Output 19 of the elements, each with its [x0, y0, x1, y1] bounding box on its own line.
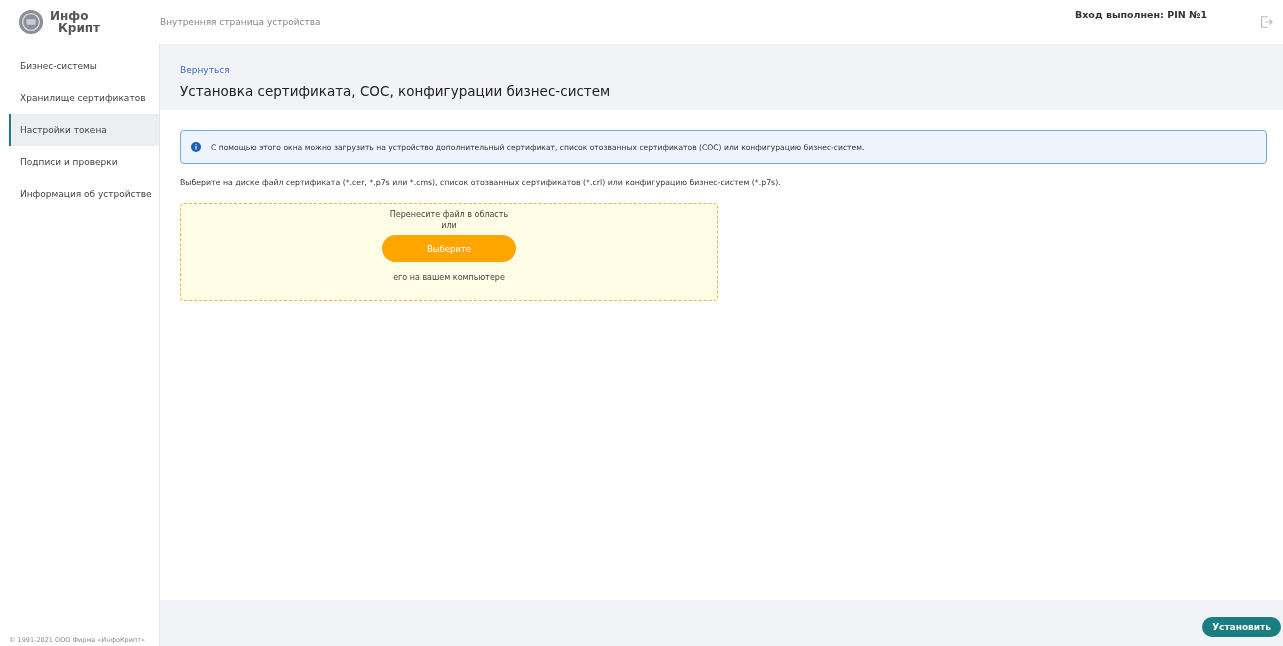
sidebar-item[interactable]: Настройки токена [9, 114, 159, 146]
logo-text: Крипт [58, 22, 101, 34]
logout-icon[interactable] [1259, 15, 1273, 29]
login-status: Вход выполнен: PIN №1 [1075, 9, 1207, 20]
dropzone-text: Перенесите файл в область [389, 209, 509, 220]
back-link[interactable]: Вернуться [180, 65, 230, 75]
dropzone-text: или [441, 220, 457, 231]
dropzone-text: его на вашем компьютере [393, 272, 505, 283]
sidebar-item[interactable]: Подписи и проверки [9, 146, 159, 178]
page-subtitle: Внутренняя страница устройства [160, 17, 321, 27]
sidebar-item[interactable]: Информация об устройстве [9, 178, 159, 210]
info-icon [191, 142, 201, 152]
install-button[interactable]: Установить [1202, 617, 1281, 637]
sidebar-item[interactable]: Хранилище сертификатов [9, 82, 159, 114]
logo-text: Инфо [50, 10, 89, 22]
logo-emblem-icon [18, 9, 44, 35]
sidebar-item[interactable]: Бизнес-системы [9, 50, 159, 82]
file-dropzone[interactable]: Перенесите файл в область или Выберите его на вашем компьютере [180, 203, 718, 301]
page-title: Установка сертификата, СОС, конфигурации бизнес-систем [180, 83, 612, 99]
